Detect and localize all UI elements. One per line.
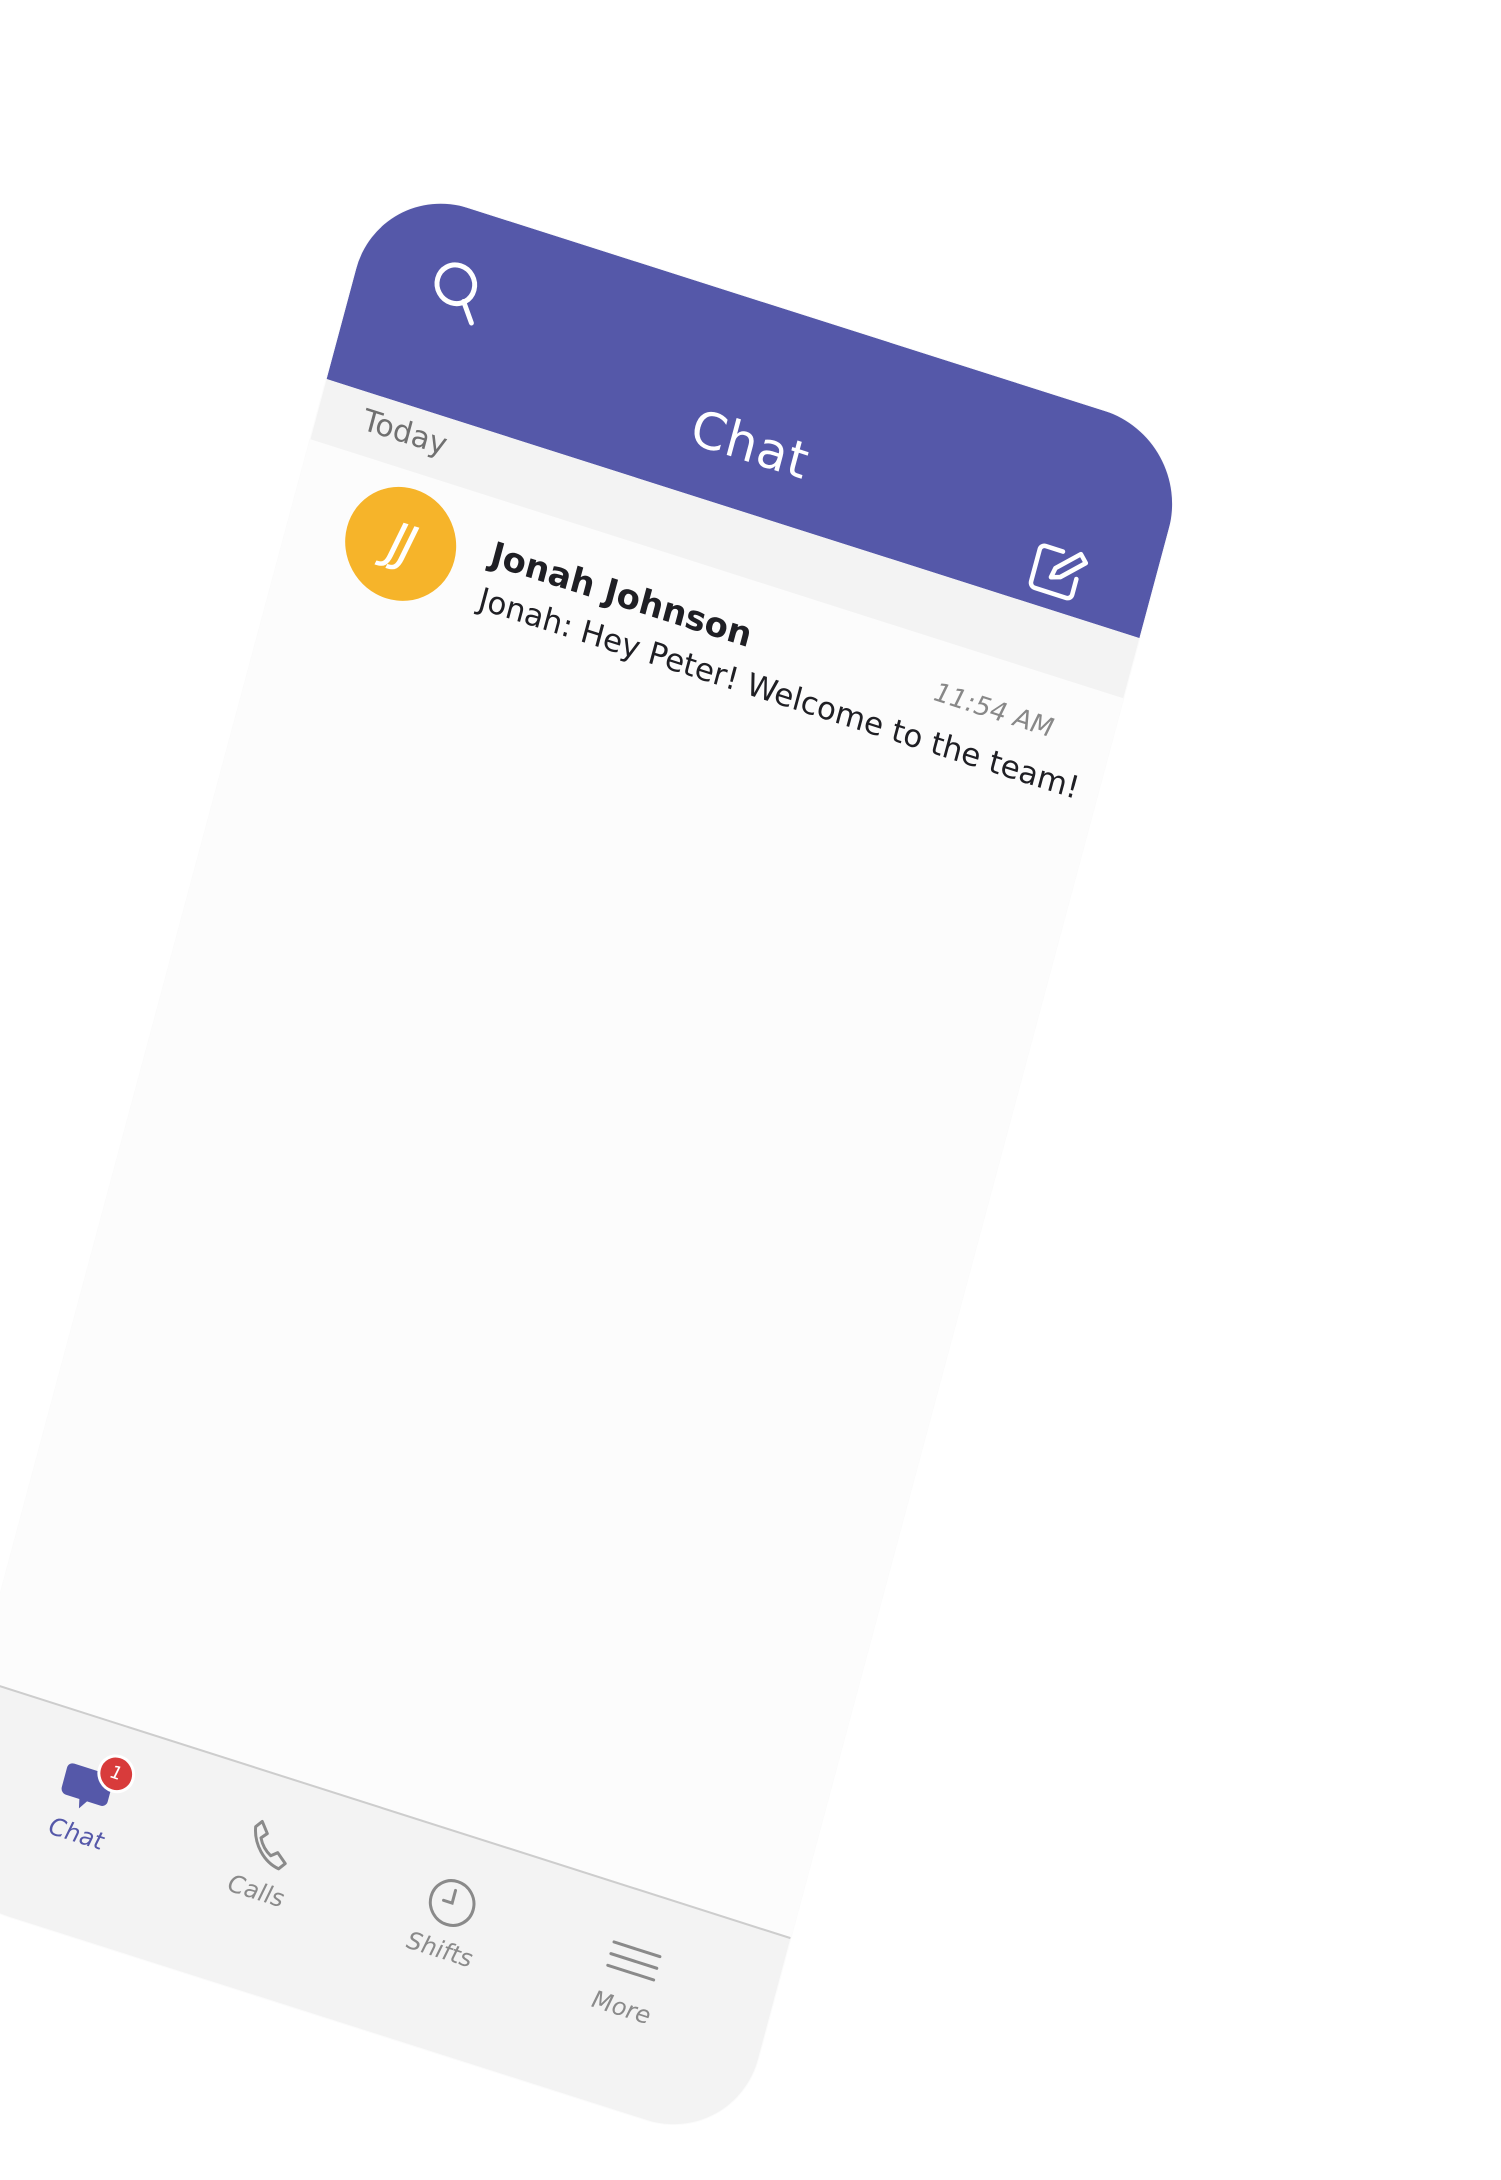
- tab-more[interactable]: More: [548, 1914, 704, 2070]
- chat-icon: 1: [55, 1749, 140, 1822]
- tab-shifts[interactable]: Shifts: [366, 1856, 522, 2012]
- bottom-tab-bar: 1 Chat Calls Shifts More: [0, 1678, 791, 2148]
- phone-icon: [234, 1809, 302, 1880]
- phone-screen: Chat Today JJ Jonah Johnson Jonah: Hey P…: [0, 180, 1193, 2148]
- avatar: JJ: [332, 472, 469, 616]
- clock-icon: [418, 1867, 486, 1938]
- menu-icon: [600, 1925, 668, 1996]
- tab-calls[interactable]: Calls: [182, 1798, 338, 1954]
- tab-chat[interactable]: 1 Chat: [3, 1740, 159, 1896]
- stage: Chat Today JJ Jonah Johnson Jonah: Hey P…: [0, 0, 1501, 2180]
